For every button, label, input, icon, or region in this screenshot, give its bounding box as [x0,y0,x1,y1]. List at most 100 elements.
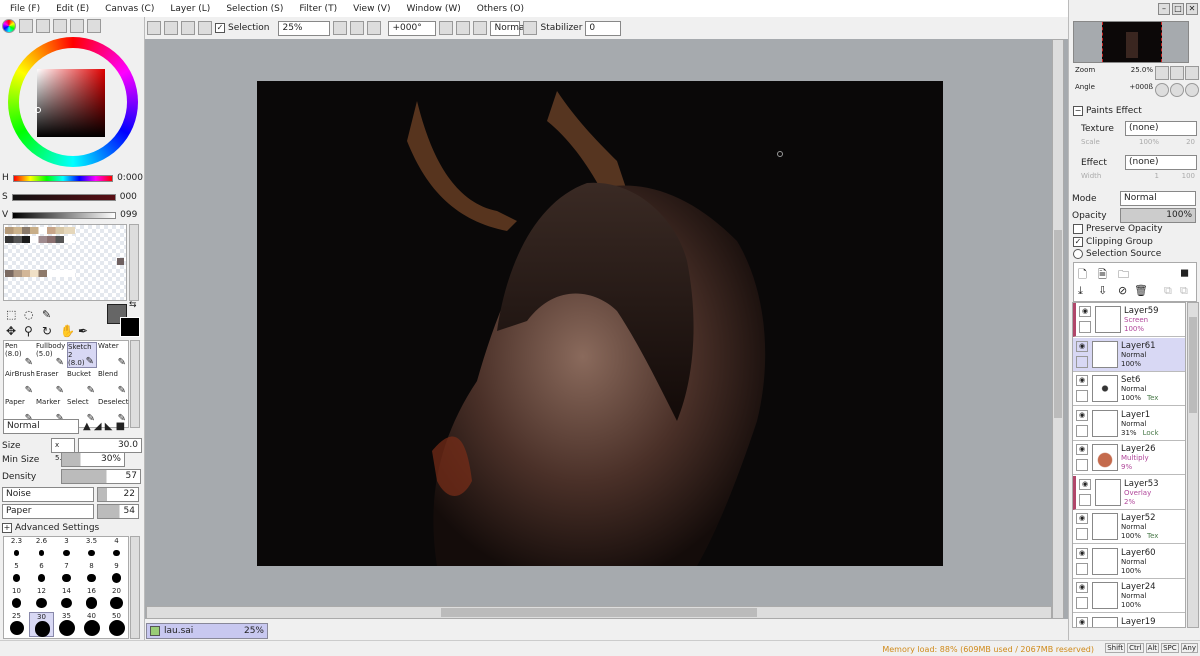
nav-angle-value[interactable]: +000ß [1129,83,1153,91]
delete-layer-icon[interactable]: 🗑 [1134,284,1148,297]
rgb-slider-mode-icon[interactable] [19,19,33,33]
maximize-icon[interactable]: □ [1172,3,1184,15]
menu-layer[interactable]: Layer (L) [162,4,218,14]
lasso-icon[interactable]: ◌ [24,308,34,321]
merge-down-icon[interactable]: ⇩ [1098,284,1107,297]
size-multiplier-select[interactable]: x 5.0 [51,438,75,462]
brush-tool-water[interactable]: Water ✎ [98,342,128,368]
layer-visibility-eye-icon[interactable]: ◉ [1076,409,1088,421]
brush-mode-select[interactable]: Normal [3,419,79,434]
layer-row[interactable]: ◉ Layer59 Screen 100% [1073,303,1185,337]
brush-size-cell[interactable]: 7 [54,562,79,587]
min-size-slider[interactable]: 30% [61,452,125,467]
brush-tool-pen[interactable]: Pen (8.0) ✎ [5,342,35,368]
eyedropper-icon[interactable]: ✒ [78,324,88,338]
noise-slider[interactable]: 22 [97,487,139,502]
layer-mode-select[interactable]: Normal [1120,191,1196,206]
menu-selection[interactable]: Selection (S) [218,4,291,14]
swatch-grid[interactable] [3,224,127,301]
layer-scroll-thumb[interactable] [1189,317,1197,413]
swatch-single[interactable] [117,258,124,265]
canvas-vscrollbar[interactable] [1052,39,1064,619]
color-wheel-mode-icon[interactable] [2,19,16,33]
brush-tool-fullbody[interactable]: Fullbody (5.0) ✎ [36,342,66,368]
brush-size-cell[interactable]: 4 [104,537,129,562]
rect-select-icon[interactable]: ⬚ [6,308,16,321]
scratchpad-mode-icon[interactable] [87,19,101,33]
brush-tool-blend[interactable]: Blend ✎ [98,370,128,396]
swatch-scrollbar[interactable] [129,224,139,301]
clipping-group-row[interactable]: ✓ Clipping Group [1073,237,1153,247]
brush-size-cell[interactable]: 3.5 [79,537,104,562]
magic-wand-icon[interactable]: ✎ [42,308,51,321]
menu-file[interactable]: File (F) [2,4,48,14]
selection-source-radio[interactable] [1073,249,1083,259]
brush-size-cell[interactable]: 40 [79,612,104,637]
new-folder-icon[interactable]: 🗀 [1118,266,1129,285]
layer-row[interactable]: ◉ Layer53 Overlay 2% [1073,475,1185,510]
invert-selection-button[interactable] [198,21,212,35]
swatch-row-2[interactable] [5,236,75,243]
layer-row[interactable]: ◉ Layer24 Normal 100% [1073,579,1185,613]
effect-select[interactable]: (none) [1125,155,1197,170]
layer-visibility-eye-icon[interactable]: ◉ [1079,478,1091,490]
layer-row[interactable]: ◉ Layer61 Normal 100% [1073,337,1185,372]
layer-lock-toggle[interactable] [1079,321,1091,333]
layer-lock-toggle[interactable] [1076,355,1088,368]
rotate-icon[interactable]: ↻ [42,324,52,338]
preserve-opacity-checkbox[interactable] [1073,224,1083,234]
hue-slider[interactable] [12,174,114,182]
brush-size-cell[interactable]: 35 [54,612,79,637]
menu-canvas[interactable]: Canvas (C) [97,4,162,14]
saturation-value-square[interactable] [37,69,105,137]
layer-visibility-eye-icon[interactable]: ◉ [1076,444,1088,455]
deselect-button[interactable] [181,21,195,35]
saturation-slider[interactable] [11,193,116,201]
layer-visibility-eye-icon[interactable]: ◉ [1076,547,1088,559]
transfer-down-icon[interactable]: ⤓ [1078,284,1083,298]
swap-colors-icon[interactable]: ⇆ [129,300,137,310]
rotate-reset-button[interactable] [473,21,488,35]
hand-icon[interactable]: ✋ [60,324,75,338]
blend-mode-select[interactable]: Normal [490,20,527,36]
layer-lock-toggle[interactable] [1076,528,1088,540]
new-linework-icon[interactable]: 🗎 [1098,266,1107,285]
layer-visibility-eye-icon[interactable]: ◉ [1076,513,1088,524]
brush-tool-airbrush[interactable]: AirBrush ✎ [5,370,35,396]
brush-size-cell[interactable]: 10 [4,587,29,612]
nav-zoom-in-button[interactable] [1170,66,1184,80]
layer-row[interactable]: ◉ Set6 Normal 100% Tex [1073,372,1185,406]
rotate-right-button[interactable] [456,21,471,35]
minimize-icon[interactable]: – [1158,3,1170,15]
density-slider[interactable]: 57 [61,469,141,484]
layer-settings-icon[interactable]: ◼ [1180,266,1189,279]
brush-size-cell[interactable]: 6 [29,562,54,587]
redo-button[interactable] [164,21,178,35]
zoom-icon[interactable]: ⚲ [24,324,33,338]
brush-size-cell[interactable]: 14 [54,587,79,612]
layer-visibility-eye-icon[interactable]: ◉ [1076,375,1088,386]
layer-row[interactable]: ◉ Layer1 Normal 31% Lock [1073,406,1185,441]
brush-size-cell[interactable]: 25 [4,612,29,637]
advanced-expand-icon[interactable]: + [2,523,12,533]
brush-size-cell[interactable]: 9 [104,562,129,587]
stabilizer-select[interactable]: 0 [585,20,622,36]
layer-row[interactable]: ◉ Layer60 Normal 100% [1073,544,1185,579]
layer-row[interactable]: ◉ Layer26 Multiply 9% [1073,441,1185,475]
document-tab[interactable]: lau.sai 25% [146,623,268,639]
brush-size-cell[interactable]: 16 [79,587,104,612]
paints-collapse-icon[interactable]: − [1073,106,1083,116]
menu-window[interactable]: Window (W) [398,4,468,14]
layer-lock-toggle[interactable] [1076,390,1088,402]
zoom-select[interactable]: 25% [278,20,331,36]
brush-size-cell[interactable]: 2.3 [4,537,29,562]
new-layer-icon[interactable]: 🗋 [1078,266,1087,285]
zoom-in-button[interactable] [350,21,365,35]
layer-scrollbar[interactable] [1187,302,1199,628]
layer-visibility-eye-icon[interactable]: ◉ [1076,340,1088,352]
brush-size-cell[interactable]: 12 [29,587,54,612]
advanced-settings-row[interactable]: + Advanced Settings [2,523,99,533]
swatch-row-1[interactable] [5,227,75,234]
texture-select[interactable]: (none) [1125,121,1197,136]
swatch-mode-icon[interactable] [70,19,84,33]
